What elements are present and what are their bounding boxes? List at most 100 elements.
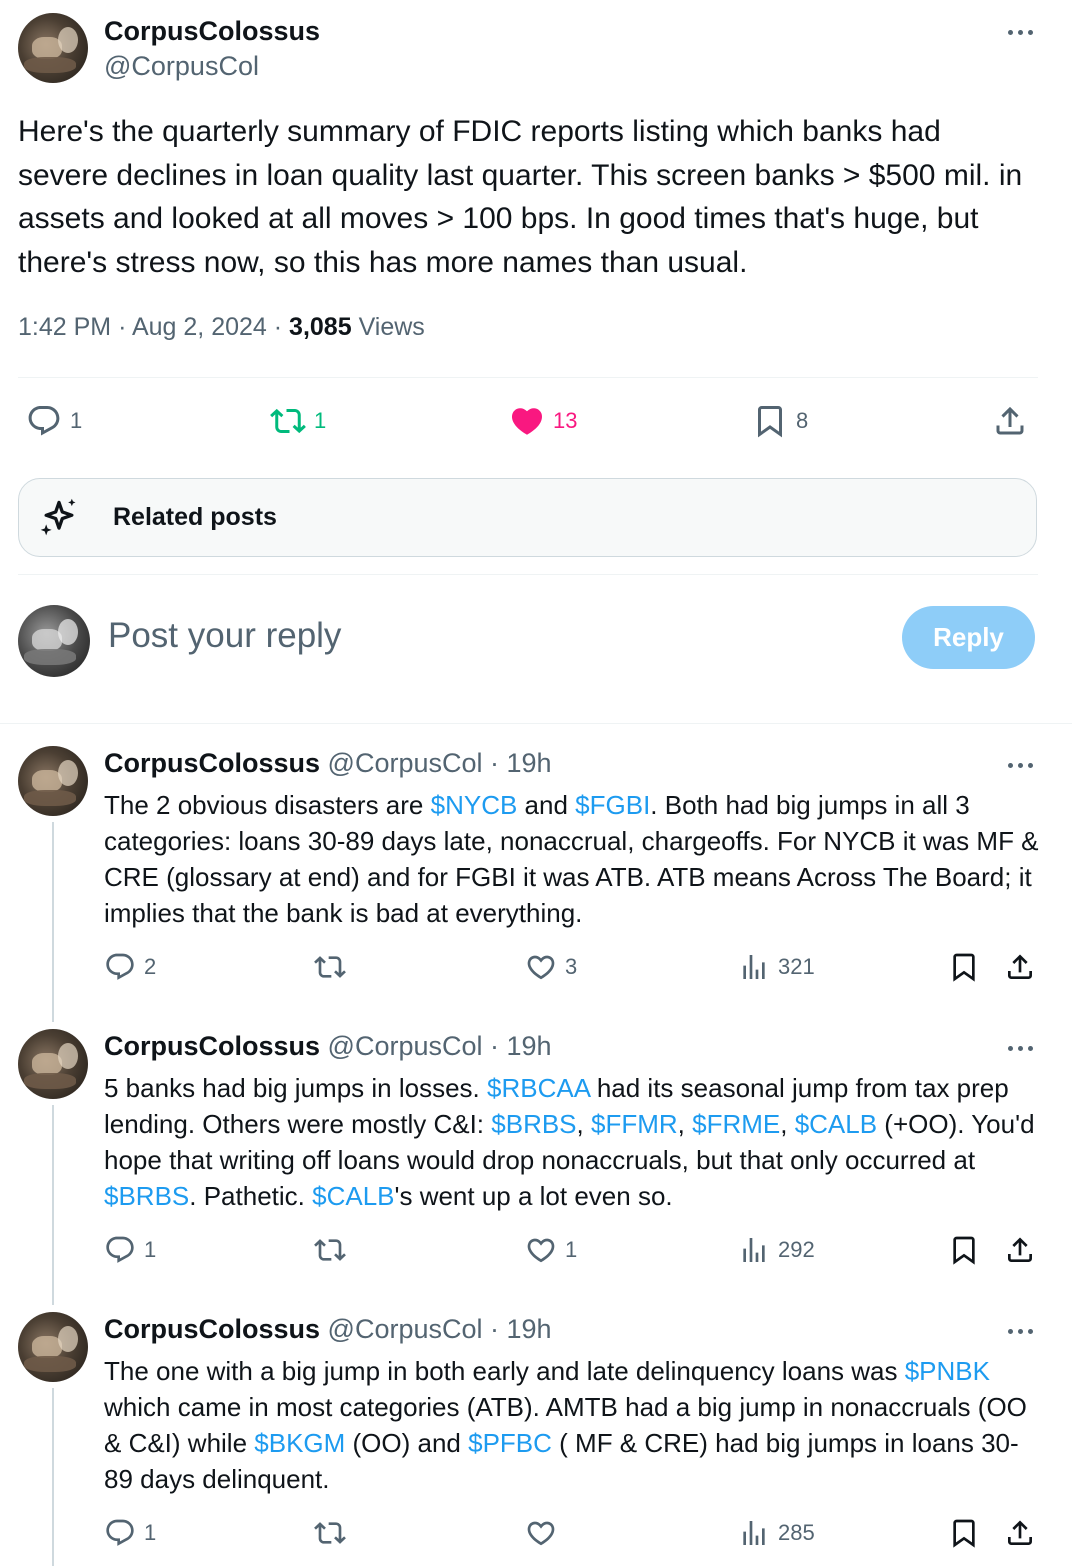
more-icon[interactable] <box>1003 1038 1037 1058</box>
views-button[interactable]: 292 <box>738 1234 815 1266</box>
separator: · <box>482 1031 507 1061</box>
avatar[interactable] <box>18 1312 88 1382</box>
avatar[interactable] <box>18 746 88 816</box>
bookmark-icon <box>953 1236 975 1265</box>
repost-button[interactable] <box>314 1234 346 1266</box>
handle[interactable]: @CorpusCol <box>320 1314 483 1344</box>
bookmark-button[interactable]: 8 <box>752 403 808 439</box>
repost-button[interactable]: 1 <box>270 403 326 439</box>
post-text: The one with a big jump in both early an… <box>104 1353 1039 1497</box>
repost-icon <box>314 1522 346 1544</box>
views-count: 292 <box>778 1237 815 1262</box>
reply-icon <box>28 406 60 436</box>
repost-count: 1 <box>314 408 327 433</box>
share-button[interactable] <box>992 403 1028 439</box>
reply-button[interactable]: 1 <box>26 403 82 439</box>
avatar[interactable] <box>18 1029 88 1099</box>
reply-count: 2 <box>144 954 157 979</box>
like-button[interactable]: 1 <box>525 1234 577 1266</box>
cashtag-link[interactable]: $BRBS <box>491 1109 576 1139</box>
handle[interactable]: @CorpusCol <box>104 51 259 82</box>
own-avatar[interactable] <box>18 605 90 677</box>
post-date[interactable]: Aug 2, 2024 <box>132 313 267 341</box>
views-label: Views <box>358 313 425 341</box>
cashtag-link[interactable]: $NYCB <box>431 790 518 820</box>
like-icon <box>527 1521 555 1546</box>
reply-button[interactable]: 2 <box>104 951 156 983</box>
like-button[interactable] <box>525 1517 565 1549</box>
views-button[interactable]: 285 <box>738 1517 815 1549</box>
handle[interactable]: @CorpusCol <box>320 748 483 778</box>
post-header: CorpusColossus @CorpusCol · 19h <box>104 748 552 779</box>
share-button[interactable] <box>1004 1517 1036 1549</box>
views-count: 3,085 <box>289 313 352 341</box>
cashtag-link[interactable]: $CALB <box>312 1181 394 1211</box>
display-name[interactable]: CorpusColossus <box>104 16 320 47</box>
repost-button[interactable] <box>314 1517 346 1549</box>
separator: · <box>482 1314 507 1344</box>
text-segment: The 2 obvious disasters are <box>104 790 431 820</box>
text-segment: , <box>677 1109 693 1139</box>
divider <box>0 723 1072 724</box>
cashtag-link[interactable]: $FFMR <box>591 1109 678 1139</box>
like-button[interactable]: 13 <box>509 403 577 439</box>
reply-count: 1 <box>144 1520 157 1545</box>
cashtag-link[interactable]: $PFBC <box>468 1428 552 1458</box>
handle[interactable]: @CorpusCol <box>320 1031 483 1061</box>
like-icon <box>527 1238 555 1263</box>
views-button[interactable]: 321 <box>738 951 815 983</box>
related-posts-label: Related posts <box>113 503 277 531</box>
bookmark-button[interactable] <box>948 951 980 983</box>
cashtag-link[interactable]: $BRBS <box>104 1181 189 1211</box>
reply-icon <box>106 1236 134 1263</box>
bookmark-button[interactable] <box>948 1517 980 1549</box>
reply-submit-button[interactable]: Reply <box>902 606 1035 669</box>
like-count: 3 <box>565 954 578 979</box>
divider <box>18 377 1038 378</box>
views-count: 285 <box>778 1520 815 1545</box>
more-icon[interactable] <box>1003 755 1037 775</box>
sparkle-icon <box>40 498 76 535</box>
post-text: The 2 obvious disasters are $NYCB and $F… <box>104 787 1039 931</box>
reply-icon <box>106 1519 134 1546</box>
post-header: CorpusColossus @CorpusCol · 19h <box>104 1031 552 1062</box>
share-icon <box>1008 954 1032 979</box>
reply-input[interactable]: Post your reply <box>108 616 341 656</box>
display-name[interactable]: CorpusColossus <box>104 748 320 778</box>
repost-icon <box>314 956 346 978</box>
reply-button[interactable]: 1 <box>104 1234 156 1266</box>
reply-button[interactable]: 1 <box>104 1517 156 1549</box>
timestamp[interactable]: 19h <box>507 1314 552 1344</box>
bookmark-button[interactable] <box>948 1234 980 1266</box>
text-segment: 5 banks had big jumps in losses. <box>104 1073 487 1103</box>
cashtag-link[interactable]: $PNBK <box>905 1356 990 1386</box>
reply-count: 1 <box>144 1237 157 1262</box>
like-button[interactable]: 3 <box>525 951 577 983</box>
share-button[interactable] <box>1004 951 1036 983</box>
text-segment: The one with a big jump in both early an… <box>104 1356 905 1386</box>
more-icon[interactable] <box>1003 1321 1037 1341</box>
display-name[interactable]: CorpusColossus <box>104 1031 320 1061</box>
share-icon <box>1008 1520 1032 1545</box>
text-segment: . Pathetic. <box>189 1181 313 1211</box>
timestamp[interactable]: 19h <box>507 1031 552 1061</box>
cashtag-link[interactable]: $CALB <box>795 1109 877 1139</box>
related-posts-button[interactable]: Related posts <box>18 478 1037 557</box>
cashtag-link[interactable]: $RBCAA <box>487 1073 590 1103</box>
like-count: 1 <box>565 1237 578 1262</box>
cashtag-link[interactable]: $BKGM <box>254 1428 345 1458</box>
cashtag-link[interactable]: $FRME <box>692 1109 780 1139</box>
views-icon <box>743 1521 765 1545</box>
timestamp[interactable]: 19h <box>507 748 552 778</box>
avatar[interactable] <box>18 13 88 83</box>
thread-line <box>52 822 54 1022</box>
post-time[interactable]: 1:42 PM <box>18 313 111 341</box>
divider <box>18 574 1038 575</box>
repost-button[interactable] <box>314 951 346 983</box>
cashtag-link[interactable]: $FGBI <box>575 790 650 820</box>
display-name[interactable]: CorpusColossus <box>104 1314 320 1344</box>
text-segment: and <box>517 790 576 820</box>
more-icon[interactable] <box>1003 22 1037 42</box>
share-button[interactable] <box>1004 1234 1036 1266</box>
post-text: Here's the quarterly summary of FDIC rep… <box>18 115 1023 279</box>
